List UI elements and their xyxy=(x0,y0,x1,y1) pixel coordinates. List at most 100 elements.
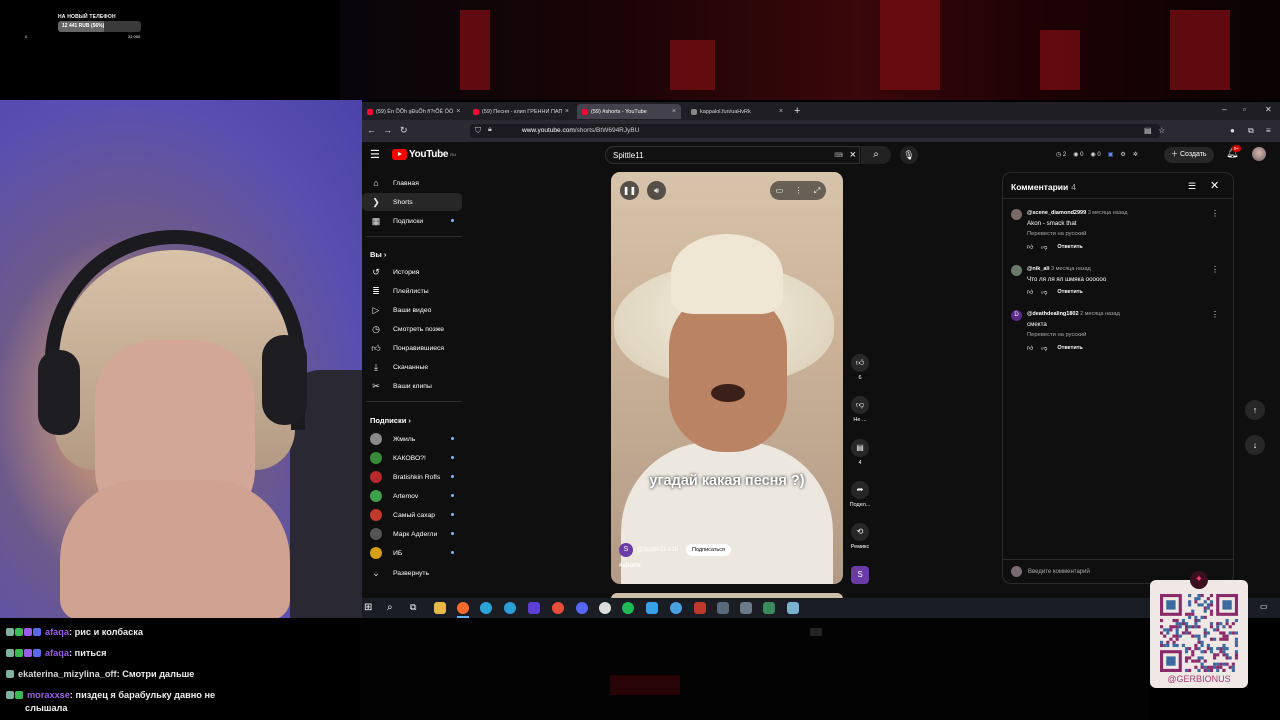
address-bar[interactable]: ⛉ 🔒︎ www.youtube.com/shorts/BtW694RJyBU xyxy=(470,124,1160,138)
shield-icon[interactable]: ⛉ xyxy=(475,126,481,136)
search-icon[interactable]: ⌕ xyxy=(387,602,399,614)
back-icon[interactable]: ← xyxy=(367,125,376,135)
reply-button[interactable]: Ответить xyxy=(1057,289,1082,295)
close-icon[interactable]: × xyxy=(672,108,676,115)
hamburger-menu-icon[interactable]: ☰ xyxy=(370,148,380,161)
sidebar-subscription-item[interactable]: Artemov xyxy=(362,487,462,505)
sidebar-item-playlists[interactable]: ≣ Плейлисты xyxy=(362,282,462,300)
video-hashtag[interactable]: #shorts xyxy=(619,563,641,569)
sidebar-item-watch-later[interactable]: ◷ Смотреть позже xyxy=(362,320,462,338)
forward-icon[interactable]: → xyxy=(383,125,392,135)
windows-start-icon[interactable]: ⊞ xyxy=(364,602,376,614)
notification-center-icon[interactable]: ▭ xyxy=(1260,602,1272,614)
voice-search-button[interactable]: 🎙︎ xyxy=(900,146,918,164)
volume-button[interactable]: 🔊︎ xyxy=(647,181,666,200)
comments-button[interactable]: ▤ 4 xyxy=(847,439,873,466)
chat-username[interactable]: afaqa xyxy=(45,648,69,658)
sidebar-item-clips[interactable]: ✂ Ваши клипы xyxy=(362,377,462,395)
account-icon[interactable]: ● xyxy=(1230,126,1235,135)
close-icon[interactable]: × xyxy=(779,108,783,115)
extension-icon[interactable]: ▣ xyxy=(1108,151,1114,158)
close-icon[interactable]: × xyxy=(456,108,460,115)
new-tab-button[interactable]: + xyxy=(794,105,800,117)
translate-link[interactable]: Перевести на русский xyxy=(1027,332,1086,338)
app-icon[interactable] xyxy=(694,602,706,614)
app-icon[interactable] xyxy=(787,602,799,614)
channel-name[interactable]: @Spittle11-n1b xyxy=(637,547,678,553)
keyboard-icon[interactable]: ⌨ xyxy=(834,152,843,159)
subscribe-button[interactable]: Подписаться xyxy=(686,544,731,556)
reply-button[interactable]: Ответить xyxy=(1057,345,1082,351)
app-icon[interactable] xyxy=(763,602,775,614)
comment-placeholder[interactable]: Введите комментарий xyxy=(1028,569,1090,575)
more-vert-icon[interactable]: ⋮ xyxy=(1211,209,1219,218)
sidebar-subscription-item[interactable]: Жмиль xyxy=(362,430,462,448)
sidebar-subscription-item[interactable]: Bratishkin Rofls xyxy=(362,468,462,486)
dislike-button[interactable]: 👎︎ Не ... xyxy=(847,396,873,423)
share-button[interactable]: ➦ Подел... xyxy=(847,481,873,508)
maximize-icon[interactable]: ▫ xyxy=(1243,105,1246,114)
thumbs-up-icon[interactable]: 👍︎ xyxy=(1027,344,1033,352)
commenter-avatar[interactable]: D xyxy=(1011,310,1022,321)
clear-search-icon[interactable]: × xyxy=(850,149,856,161)
close-icon[interactable]: ✕ xyxy=(1210,179,1219,192)
search-query[interactable]: Spittle11 xyxy=(613,151,644,160)
remix-button[interactable]: ⟲ Ремикс xyxy=(847,523,873,550)
tab-4[interactable]: kappalol.fun/uaHvRk × xyxy=(686,104,788,119)
chat-username[interactable]: afaqa xyxy=(45,627,69,637)
reload-icon[interactable]: ↻ xyxy=(400,125,408,136)
sidebar-expand[interactable]: ⌄ Развернуть xyxy=(362,564,462,582)
task-view-icon[interactable]: ⧉ xyxy=(410,602,422,614)
spotify-icon[interactable] xyxy=(622,602,634,614)
search-input[interactable]: Spittle11 ⌨ × xyxy=(605,146,860,164)
search-button[interactable]: ⌕ xyxy=(861,146,891,164)
tab-3[interactable]: (59) #shorts - YouTube × xyxy=(577,104,681,119)
minimize-icon[interactable]: – xyxy=(1222,105,1226,114)
translate-link[interactable]: Перевести на русский xyxy=(1027,231,1086,237)
thumbs-down-icon[interactable]: 👎︎ xyxy=(1041,344,1047,352)
app-icon[interactable] xyxy=(740,602,752,614)
sidebar-item-downloads[interactable]: ⤓ Скачанные xyxy=(362,358,462,376)
sidebar-subscription-item[interactable]: Самый сахар xyxy=(362,506,462,524)
edge-icon[interactable] xyxy=(480,602,492,614)
sidebar-item-shorts[interactable]: ❯ Shorts xyxy=(362,193,462,211)
sidebar-item-liked[interactable]: 👍︎ Понравившиеся xyxy=(362,339,462,357)
sidebar-subscription-item[interactable]: ИБ xyxy=(362,544,462,562)
close-window-icon[interactable]: ✕ xyxy=(1265,105,1272,114)
commenter-avatar[interactable] xyxy=(1011,265,1022,276)
comment-input[interactable]: Введите комментарий xyxy=(1011,566,1090,577)
channel-avatar[interactable]: S xyxy=(619,543,633,557)
close-icon[interactable]: × xyxy=(565,108,569,115)
bookmark-star-icon[interactable]: ☆ xyxy=(1158,126,1165,135)
captions-icon[interactable]: ▭ xyxy=(776,181,784,200)
chat-username[interactable]: ekaterina_mizylina_off xyxy=(18,669,117,679)
notifications-button[interactable]: 🔔︎ 9+ xyxy=(1226,145,1242,159)
chat-username[interactable]: moraxxse xyxy=(27,690,70,700)
settings-icon[interactable]: ✲ xyxy=(1133,151,1138,158)
sidebar-item-history[interactable]: ↺ История xyxy=(362,263,462,281)
shorts-video-player[interactable]: ❚❚ 🔊︎ ▭ ⋮ ⤢ угадай какая песня ?) S @Spi… xyxy=(611,172,843,584)
reply-button[interactable]: Ответить xyxy=(1057,244,1082,250)
ublock-icon[interactable]: ⚙ xyxy=(1120,151,1125,158)
sort-icon[interactable]: ☰ xyxy=(1188,181,1196,192)
app-icon[interactable] xyxy=(717,602,729,614)
tab-1[interactable]: (59) Ёп ÕÕh şÐuÕh ñ?rÕÊ ÔÖ × xyxy=(362,104,462,119)
sidebar-subscription-item[interactable]: Марк Адderли xyxy=(362,525,462,543)
avatar[interactable] xyxy=(1252,147,1266,161)
app-icon[interactable] xyxy=(528,602,540,614)
obs-icon[interactable] xyxy=(599,602,611,614)
sidebar-item-subscriptions[interactable]: ▦ Подписки xyxy=(362,212,462,230)
sidebar-subscriptions-heading[interactable]: Подписки › xyxy=(370,416,411,425)
reader-mode-icon[interactable]: ▤ xyxy=(1144,126,1152,135)
tab-2[interactable]: (59) Песня - клип ГРЕННИ ПАПА × xyxy=(468,104,574,119)
telegram-icon[interactable] xyxy=(504,602,516,614)
pause-button[interactable]: ❚❚ xyxy=(620,181,639,200)
lock-icon[interactable]: 🔒︎ xyxy=(488,126,492,134)
previous-short-button[interactable]: ↑ xyxy=(1245,400,1265,420)
more-vert-icon[interactable]: ⋮ xyxy=(795,181,803,200)
more-vert-icon[interactable]: ⋮ xyxy=(1211,265,1219,274)
sidebar-you-heading[interactable]: Вы › xyxy=(370,250,386,259)
menu-icon[interactable]: ≡ xyxy=(1266,126,1271,135)
app-icon[interactable] xyxy=(646,602,658,614)
app-icon[interactable] xyxy=(670,602,682,614)
